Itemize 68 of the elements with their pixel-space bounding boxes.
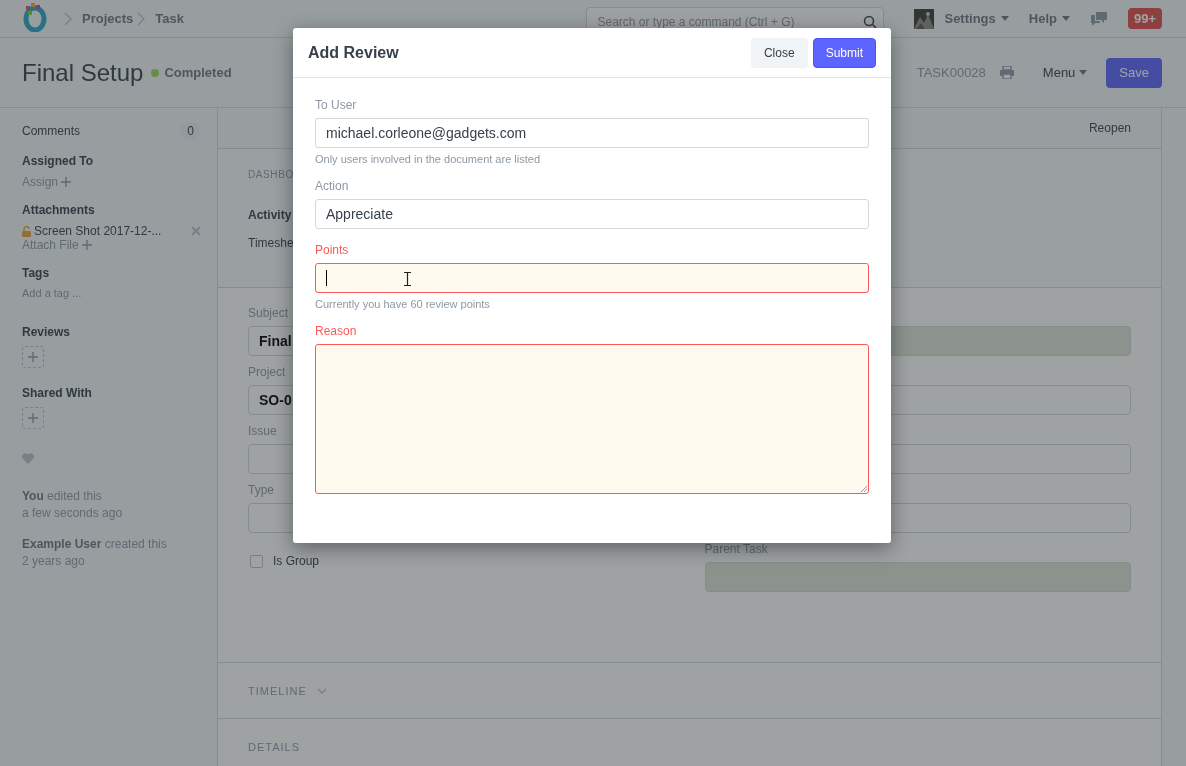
help-text: Currently you have 60 review points [315, 298, 491, 310]
page-title: Final Setup [22, 58, 144, 87]
search-icon [863, 15, 878, 29]
status-dot [151, 68, 160, 77]
section-heading: Reviews [22, 325, 71, 339]
field-label: Project [248, 365, 287, 380]
dashboard-item: Timeshe [248, 236, 294, 250]
section-heading: Shared With [22, 386, 92, 400]
section-heading: DASHBO [248, 169, 294, 180]
text-cursor-icon [404, 272, 411, 286]
chevron-icon [137, 11, 146, 26]
caret-icon [1079, 70, 1088, 75]
save-button[interactable]: Save [1106, 57, 1162, 88]
comment-count: 0 [180, 122, 201, 140]
breadcrumb-link[interactable]: Projects [82, 11, 134, 26]
notification-badge[interactable]: 99+ [1127, 8, 1162, 29]
input-field[interactable]: michael.corleone@gadgets.com [315, 118, 869, 148]
breadcrumb-link[interactable]: Task [155, 11, 184, 26]
field-label: Action [315, 179, 350, 193]
resize-handle-icon [860, 485, 867, 492]
section-heading: DETAILS [248, 740, 301, 753]
section-heading: Attachments [22, 203, 95, 217]
reopen-link[interactable]: Reopen [1088, 121, 1131, 135]
nav-menu[interactable]: Settings [944, 11, 1009, 26]
chevron-icon [316, 687, 327, 694]
status-label: Completed [164, 65, 232, 80]
add-link[interactable]: Assign [22, 175, 72, 189]
plus-icon [61, 177, 72, 187]
unlock-icon [22, 225, 31, 237]
section-heading: Assigned To [22, 154, 94, 168]
comments-link[interactable]: Comments [22, 124, 80, 138]
nav-menu[interactable]: Help [1028, 11, 1070, 26]
plus-icon [28, 413, 38, 423]
caret-icon [1061, 16, 1070, 21]
document-id: TASK00028 [916, 65, 986, 80]
attachment-link[interactable]: Screen Shot 2017-12-... [34, 224, 188, 238]
heart-icon[interactable] [22, 453, 34, 464]
chevron-icon [64, 11, 72, 26]
field-label: Reason [315, 324, 358, 338]
input-field[interactable] [315, 263, 869, 293]
add-button[interactable] [22, 407, 44, 429]
caret-icon [1000, 16, 1009, 21]
section-heading: Tags [22, 266, 50, 280]
checkbox-label: Is Group [273, 554, 320, 568]
activity-text: Example User created this [22, 536, 168, 553]
activity-time: 2 years ago [22, 553, 86, 570]
dashboard-item: Activity [248, 208, 292, 222]
input-field[interactable]: Appreciate [315, 199, 869, 229]
dialog-title: Add Review [308, 43, 399, 62]
field-label: To User [315, 98, 358, 112]
close-button[interactable]: Close [750, 37, 808, 68]
activity-time: a few seconds ago [22, 505, 124, 522]
plus-icon [81, 240, 92, 250]
field-label: Points [315, 243, 350, 257]
help-text: Only users involved in the document are listed [315, 153, 541, 165]
chat-icon[interactable] [1089, 10, 1108, 27]
add-button[interactable] [22, 346, 44, 368]
submit-button[interactable]: Submit [812, 37, 876, 68]
add-link[interactable]: Attach File [22, 238, 92, 252]
checkbox[interactable] [250, 554, 263, 568]
plus-icon [28, 352, 38, 362]
print-icon[interactable] [999, 66, 1014, 79]
section-heading: TIMELINE [248, 684, 307, 697]
add-tag-link[interactable]: Add a tag ... [22, 287, 82, 299]
logo-icon [22, 1, 48, 32]
remove-icon[interactable] [191, 226, 201, 236]
field-label: Issue [248, 424, 278, 439]
field-label: Type [248, 483, 275, 498]
